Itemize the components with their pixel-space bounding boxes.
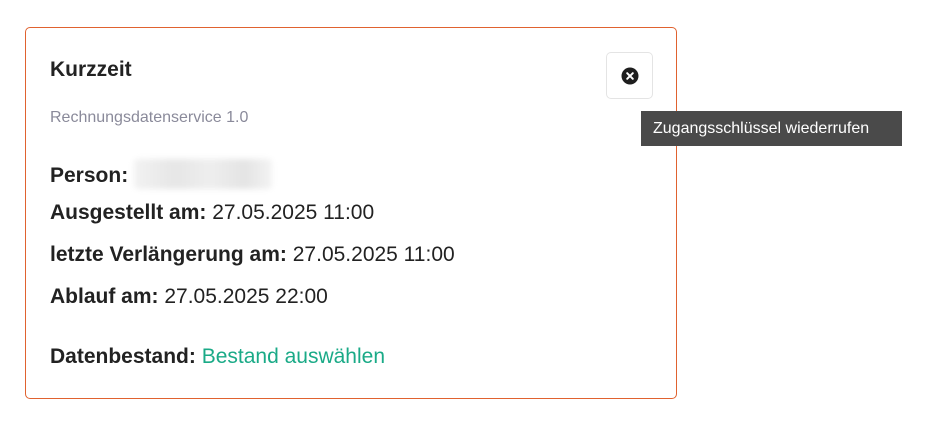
- issued-label: Ausgestellt am:: [50, 201, 207, 224]
- person-label: Person:: [50, 164, 129, 187]
- expiry-label: Ablauf am:: [50, 285, 159, 308]
- revoke-key-button[interactable]: [606, 52, 653, 99]
- card-title: Kurzzeit: [50, 58, 132, 81]
- expiry-value: 27.05.2025 22:00: [164, 285, 328, 308]
- renewal-label: letzte Verlängerung am:: [50, 243, 287, 266]
- revoke-key-tooltip: Zugangsschlüssel wiederrufen: [641, 111, 902, 146]
- person-value-redacted: [134, 159, 273, 189]
- issued-row: Ausgestellt am: 27.05.2025 11:00: [50, 201, 374, 225]
- renewal-value: 27.05.2025 11:00: [292, 243, 455, 266]
- card-subtitle: Rechnungsdatenservice 1.0: [50, 109, 249, 126]
- issued-value: 27.05.2025 11:00: [212, 201, 375, 224]
- dataset-row: Datenbestand: Bestand auswählen: [50, 345, 385, 369]
- access-key-card: Kurzzeit Rechnungsdatenservice 1.0 Perso…: [25, 27, 677, 399]
- expiry-row: Ablauf am: 27.05.2025 22:00: [50, 285, 328, 309]
- person-row: Person:: [50, 159, 273, 189]
- select-dataset-link[interactable]: Bestand auswählen: [202, 345, 385, 368]
- renewal-row: letzte Verlängerung am: 27.05.2025 11:00: [50, 243, 455, 267]
- close-circle-icon: [621, 67, 638, 84]
- dataset-label: Datenbestand:: [50, 345, 196, 368]
